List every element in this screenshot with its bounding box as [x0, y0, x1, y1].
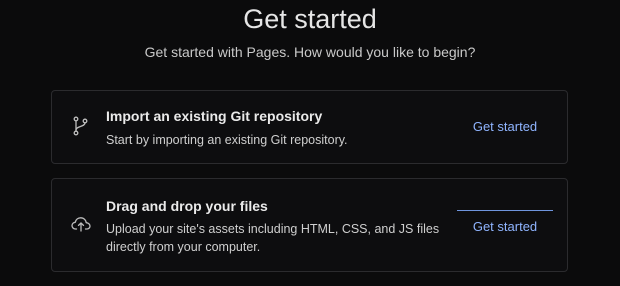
- page-title: Get started: [243, 4, 377, 34]
- get-started-upload-button[interactable]: Get started: [457, 210, 553, 242]
- page-subtitle: Get started with Pages. How would you li…: [144, 44, 476, 60]
- option-description: Upload your site's assets including HTML…: [106, 222, 440, 254]
- option-description: Start by importing an existing Git repos…: [106, 133, 348, 147]
- option-card-drag-drop: Drag and drop your files Upload your sit…: [51, 178, 568, 272]
- option-title: Import an existing Git repository: [106, 108, 323, 124]
- git-branch-icon: [70, 115, 92, 137]
- cloud-upload-icon: [70, 213, 92, 235]
- option-title: Drag and drop your files: [106, 198, 268, 214]
- get-started-git-button[interactable]: Get started: [457, 112, 553, 142]
- option-card-git-import: Import an existing Git repository Start …: [51, 90, 568, 164]
